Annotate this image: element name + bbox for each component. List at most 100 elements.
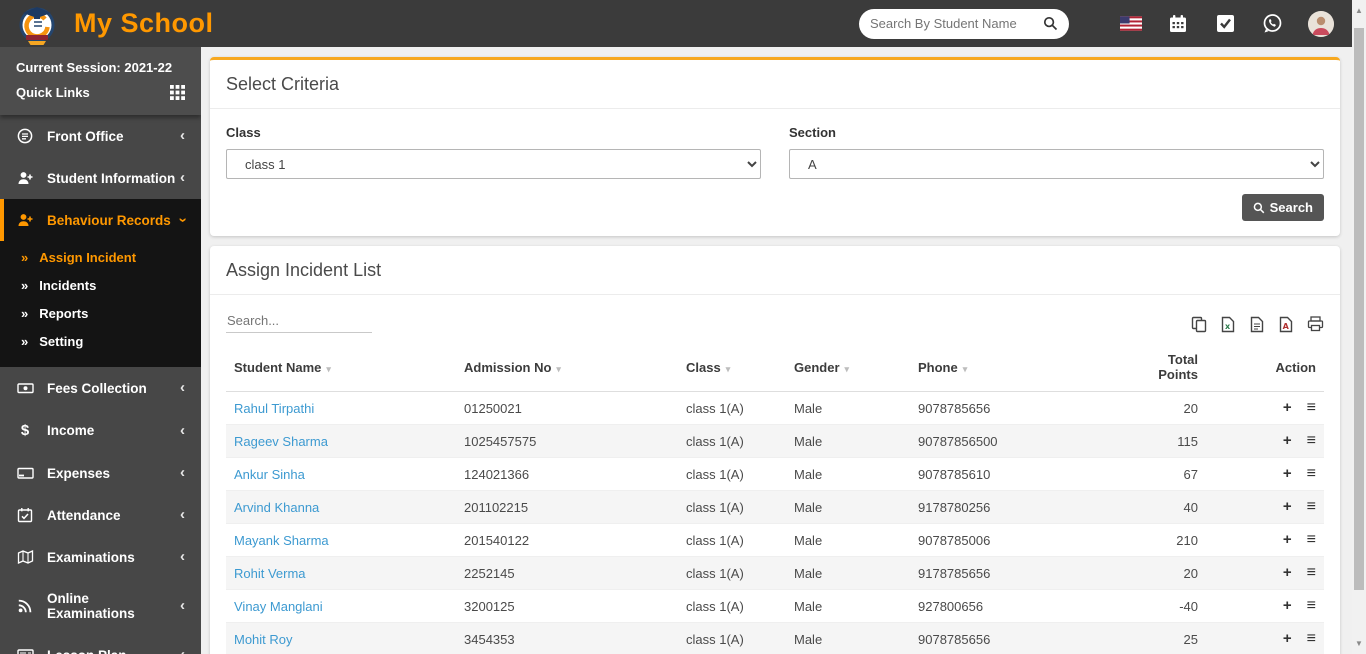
- sidebar-item-online-examinations[interactable]: Online Examinations ‹: [0, 578, 201, 634]
- table-row: Mayank Sharma 201540122 class 1(A) Male …: [226, 523, 1324, 557]
- rss-icon: [16, 598, 34, 614]
- export-csv-icon[interactable]: [1248, 315, 1266, 333]
- add-incident-icon[interactable]: +: [1283, 399, 1292, 416]
- sidebar-item-fees-collection[interactable]: Fees Collection ‹: [0, 367, 201, 409]
- quick-links[interactable]: Quick Links: [16, 80, 185, 105]
- language-flag-icon[interactable]: [1120, 13, 1142, 35]
- calendar-icon[interactable]: [1167, 13, 1189, 35]
- row-menu-icon[interactable]: ≡: [1307, 498, 1316, 515]
- col-class[interactable]: Class ▾: [678, 343, 786, 392]
- submenu-item-incidents[interactable]: » Incidents: [0, 271, 201, 299]
- submenu-item-setting[interactable]: » Setting: [0, 327, 201, 355]
- search-button[interactable]: Search: [1241, 194, 1324, 221]
- header-search[interactable]: [859, 8, 1069, 39]
- scroll-down-icon[interactable]: ▼: [1352, 639, 1366, 648]
- row-menu-icon[interactable]: ≡: [1307, 399, 1316, 416]
- copy-icon[interactable]: [1190, 315, 1208, 333]
- sort-icon: ▾: [844, 363, 850, 374]
- sidebar-item-label: Income: [47, 423, 95, 438]
- student-name-link[interactable]: Arvind Khanna: [234, 500, 319, 515]
- gender-cell: Male: [786, 622, 910, 654]
- section-select[interactable]: A: [789, 149, 1324, 179]
- gender-cell: Male: [786, 556, 910, 590]
- col-gender[interactable]: Gender ▾: [786, 343, 910, 392]
- row-menu-icon[interactable]: ≡: [1307, 531, 1316, 548]
- row-menu-icon[interactable]: ≡: [1307, 630, 1316, 647]
- export-excel-icon[interactable]: x: [1219, 315, 1237, 333]
- col-student-name[interactable]: Student Name ▾: [226, 343, 456, 392]
- row-menu-icon[interactable]: ≡: [1307, 465, 1316, 482]
- print-icon[interactable]: [1306, 315, 1324, 333]
- row-menu-icon[interactable]: ≡: [1307, 597, 1316, 614]
- add-incident-icon[interactable]: +: [1283, 630, 1292, 647]
- sidebar-item-student-information[interactable]: Student Information ‹: [0, 157, 201, 199]
- submenu-item-reports[interactable]: » Reports: [0, 299, 201, 327]
- scroll-up-icon[interactable]: ▲: [1352, 6, 1366, 15]
- add-incident-icon[interactable]: +: [1283, 531, 1292, 548]
- sidebar-item-expenses[interactable]: Expenses ‹: [0, 452, 201, 494]
- banknote-icon: [16, 380, 34, 396]
- search-button-label: Search: [1269, 200, 1313, 215]
- table-row: Rohit Verma 2252145 class 1(A) Male 9178…: [226, 556, 1324, 590]
- scrollbar-thumb[interactable]: [1354, 28, 1364, 590]
- phone-cell: 9078785656: [910, 622, 1142, 654]
- admission-no-cell: 2252145: [456, 556, 678, 590]
- map-icon: [16, 549, 34, 565]
- sort-icon: ▾: [725, 363, 731, 374]
- phone-cell: 9078785610: [910, 457, 1142, 491]
- header-search-input[interactable]: [870, 16, 1043, 31]
- student-name-link[interactable]: Ankur Sinha: [234, 467, 305, 482]
- sidebar-item-lesson-plan[interactable]: Lesson Plan ‹: [0, 634, 201, 654]
- submenu-item-assign-incident[interactable]: » Assign Incident: [0, 243, 201, 271]
- class-select[interactable]: class 1: [226, 149, 761, 179]
- student-name-link[interactable]: Vinay Manglani: [234, 599, 323, 614]
- current-session-label: Current Session: 2021-22: [16, 60, 173, 75]
- svg-text:A: A: [1283, 322, 1290, 331]
- sidebar-item-income[interactable]: $ Income ‹: [0, 409, 201, 452]
- col-admission-no[interactable]: Admission No ▾: [456, 343, 678, 392]
- add-incident-icon[interactable]: +: [1283, 597, 1292, 614]
- sidebar-item-examinations[interactable]: Examinations ‹: [0, 536, 201, 578]
- assign-incident-list-title: Assign Incident List: [210, 246, 1340, 295]
- student-name-link[interactable]: Mayank Sharma: [234, 533, 329, 548]
- task-check-icon[interactable]: [1214, 13, 1236, 35]
- search-icon: [1253, 202, 1264, 213]
- admission-no-cell: 3454353: [456, 622, 678, 654]
- table-search[interactable]: [226, 309, 372, 333]
- gender-cell: Male: [786, 457, 910, 491]
- admission-no-cell: 124021366: [456, 457, 678, 491]
- grid-icon[interactable]: [170, 85, 185, 100]
- add-incident-icon[interactable]: +: [1283, 564, 1292, 581]
- admission-no-cell: 3200125: [456, 589, 678, 623]
- class-cell: class 1(A): [678, 523, 786, 557]
- col-phone[interactable]: Phone ▾: [910, 343, 1142, 392]
- export-pdf-icon[interactable]: A: [1277, 315, 1295, 333]
- student-name-link[interactable]: Mohit Roy: [234, 632, 293, 647]
- add-incident-icon[interactable]: +: [1283, 432, 1292, 449]
- user-plus-icon: [16, 212, 34, 228]
- table-search-input[interactable]: [226, 309, 372, 333]
- points-cell: 20: [1142, 556, 1206, 590]
- student-name-link[interactable]: Rohit Verma: [234, 566, 306, 581]
- class-label: Class: [226, 125, 261, 140]
- school-logo[interactable]: [12, 2, 62, 46]
- search-icon[interactable]: [1043, 16, 1058, 31]
- gender-cell: Male: [786, 424, 910, 458]
- admission-no-cell: 1025457575: [456, 424, 678, 458]
- sidebar-item-front-office[interactable]: Front Office ‹: [0, 115, 201, 157]
- sidebar-item-attendance[interactable]: Attendance ‹: [0, 494, 201, 536]
- col-total-points[interactable]: Total Points: [1142, 343, 1206, 392]
- row-menu-icon[interactable]: ≡: [1307, 564, 1316, 581]
- add-incident-icon[interactable]: +: [1283, 465, 1292, 482]
- points-cell: 25: [1142, 622, 1206, 654]
- add-incident-icon[interactable]: +: [1283, 498, 1292, 515]
- chevron-left-icon: ‹: [180, 506, 185, 523]
- student-name-link[interactable]: Rahul Tirpathi: [234, 401, 314, 416]
- user-avatar[interactable]: [1308, 10, 1334, 37]
- sidebar-item-behaviour-records[interactable]: Behaviour Records ‹: [0, 199, 201, 241]
- student-name-link[interactable]: Rageev Sharma: [234, 434, 328, 449]
- page-scrollbar[interactable]: ▲ ▼: [1352, 0, 1366, 654]
- row-menu-icon[interactable]: ≡: [1307, 432, 1316, 449]
- whatsapp-icon[interactable]: [1261, 13, 1283, 35]
- class-field-group: Class class 1: [226, 125, 761, 179]
